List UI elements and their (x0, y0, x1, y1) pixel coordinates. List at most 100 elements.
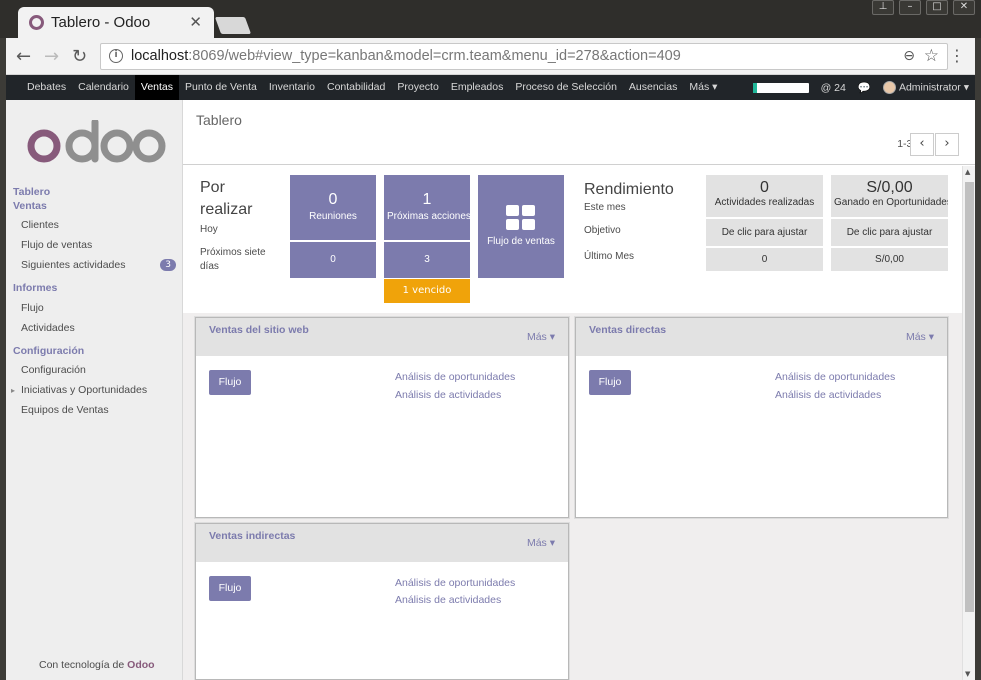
pipeline-button[interactable]: Flujo (589, 370, 631, 395)
url-text[interactable]: localhost:8069/web#view_type=kanban&mode… (131, 48, 681, 64)
target-label: Objetivo (584, 225, 621, 236)
menu-item-inventario[interactable]: Inventario (263, 75, 321, 100)
activity-analysis-link[interactable]: Análisis de actividades (775, 389, 881, 401)
sidebar-item-flujo[interactable]: Flujo (21, 302, 44, 314)
todo-title-line2: realizar (200, 201, 253, 218)
scrollbar-thumb[interactable] (965, 182, 974, 612)
pipeline-tile[interactable]: Flujo de ventas (478, 175, 564, 278)
browser-menu-icon[interactable]: ⋮ (949, 46, 965, 65)
new-tab-button[interactable] (214, 17, 252, 34)
team-card-indirect: Ventas indirectas Más ▾ Flujo Análisis d… (195, 523, 569, 680)
menu-item-ausencias[interactable]: Ausencias (623, 75, 683, 100)
sidebar-badge-activities: 3 (160, 259, 176, 271)
window-minimize-button[interactable]: – (899, 0, 921, 15)
planner-progress-bar[interactable] (752, 82, 809, 93)
sidebar-heading-configuracion: Configuración (13, 345, 85, 357)
activity-analysis-link[interactable]: Análisis de actividades (395, 594, 501, 606)
menu-item-más[interactable]: Más ▾ (683, 75, 723, 100)
scroll-down-icon[interactable]: ▼ (965, 670, 970, 678)
sidebar-item-configuracion[interactable]: Configuración (21, 364, 86, 376)
opportunity-analysis-link[interactable]: Análisis de oportunidades (395, 577, 515, 589)
pipeline-button[interactable]: Flujo (209, 370, 251, 395)
team-name[interactable]: Ventas indirectas (209, 530, 295, 542)
forward-arrow-icon[interactable]: → (44, 46, 59, 67)
grid-icon (506, 205, 535, 230)
sidebar: Tablero Ventas Clientes Flujo de ventas … (6, 100, 183, 680)
next7-label-line2: días (200, 261, 219, 272)
sidebar-item-actividades[interactable]: Actividades (21, 322, 75, 334)
opportunity-analysis-link[interactable]: Análisis de oportunidades (395, 371, 515, 383)
odoo-main-menu: Debates Calendario Ventas Punto de Venta Inv… (6, 75, 975, 100)
activities-target-field[interactable]: De clic para ajustar (706, 219, 823, 246)
tab-close-icon[interactable]: ✕ (189, 13, 202, 31)
sidebar-item-siguientes-actividades[interactable]: Siguientes actividades (21, 259, 125, 271)
scroll-up-icon[interactable]: ▲ (965, 168, 970, 176)
sidebar-heading-informes: Informes (13, 282, 58, 294)
sidebar-heading-ventas[interactable]: Ventas (13, 200, 47, 212)
activity-analysis-link[interactable]: Análisis de actividades (395, 389, 501, 401)
window-close-button[interactable]: ✕ (953, 0, 975, 15)
meetings-next7-tile[interactable]: 0 (290, 242, 376, 278)
last-month-label: Último Mes (584, 251, 635, 262)
next-activities-today-tile[interactable]: 1 Próximas acciones (384, 175, 470, 240)
odoo-logo (27, 120, 166, 163)
kanban-view: Ventas del sitio web Más ▾ Flujo Análisi… (183, 313, 962, 680)
mentions-counter[interactable]: @ 24 (821, 82, 846, 94)
main-content: Tablero 1-3 / 3 ‹ › Por realizar Hoy Pró… (183, 100, 975, 680)
reload-icon[interactable]: ↻ (72, 46, 87, 67)
won-last-month: S/0,00 (831, 248, 948, 271)
more-dropdown[interactable]: Más ▾ (527, 331, 555, 343)
menu-item-ventas[interactable]: Ventas (134, 75, 180, 100)
team-name[interactable]: Ventas directas (589, 324, 666, 336)
meetings-today-tile[interactable]: 0 Reuniones (290, 175, 376, 240)
powered-by-link[interactable]: Odoo (127, 659, 154, 671)
sidebar-item-clientes[interactable]: Clientes (21, 219, 59, 231)
breadcrumb: Tablero (196, 112, 242, 128)
address-bar[interactable]: i localhost:8069/web#view_type=kanban&mo… (100, 43, 948, 70)
window-maximize-button[interactable]: □ (926, 0, 948, 15)
menu-item-punto-de-venta[interactable]: Punto de Venta (179, 75, 263, 100)
back-arrow-icon[interactable]: ← (16, 46, 31, 67)
performance-title: Rendimiento (584, 181, 674, 198)
pipeline-button[interactable]: Flujo (209, 576, 251, 601)
menu-item-debates[interactable]: Debates (21, 75, 72, 100)
vertical-scrollbar[interactable]: ▲ ▼ (962, 166, 975, 680)
menu-item-contabilidad[interactable]: Contabilidad (321, 75, 391, 100)
pager-previous-button[interactable]: ‹ (910, 133, 934, 156)
control-panel: Tablero 1-3 / 3 ‹ › (183, 100, 975, 165)
team-name[interactable]: Ventas del sitio web (209, 324, 309, 336)
window-profile-button[interactable]: ⊥ (872, 0, 894, 15)
menu-item-calendario[interactable]: Calendario (72, 75, 135, 100)
sidebar-item-equipos-de-ventas[interactable]: Equipos de Ventas (21, 404, 109, 416)
team-card-website: Ventas del sitio web Más ▾ Flujo Análisi… (195, 317, 569, 518)
next7-label-line1: Próximos siete (200, 247, 266, 258)
won-amount-tile: S/0,00 Ganado en Oportunidades (831, 175, 948, 217)
menu-item-empleados[interactable]: Empleados (445, 75, 510, 100)
bookmark-star-icon[interactable]: ☆ (924, 46, 939, 66)
opportunity-analysis-link[interactable]: Análisis de oportunidades (775, 371, 895, 383)
sidebar-item-iniciativas[interactable]: Iniciativas y Oportunidades (21, 384, 147, 396)
odoo-favicon-icon (29, 15, 44, 30)
pager-next-button[interactable]: › (935, 133, 959, 156)
avatar (882, 81, 896, 94)
more-dropdown[interactable]: Más ▾ (527, 537, 555, 549)
overdue-activities-tile[interactable]: 1 vencido (384, 279, 470, 303)
zoom-icon[interactable]: ⊖ (903, 48, 915, 64)
sidebar-heading-tablero[interactable]: Tablero (13, 186, 50, 198)
won-target-field[interactable]: De clic para ajustar (831, 219, 948, 246)
next-activities-next7-tile[interactable]: 3 (384, 242, 470, 278)
team-card-direct: Ventas directas Más ▾ Flujo Análisis de … (575, 317, 948, 518)
sales-dashboard: Por realizar Hoy Próximos siete días 0 R… (183, 166, 962, 313)
powered-by: Con tecnología de Odoo (39, 659, 155, 671)
menu-item-proyecto[interactable]: Proyecto (391, 75, 444, 100)
this-month-label: Este mes (584, 202, 626, 213)
chat-bubble-icon[interactable]: 💬 (858, 81, 871, 94)
menu-item-proceso-de-selección[interactable]: Proceso de Selección (509, 75, 623, 100)
browser-tab[interactable]: Tablero - Odoo ✕ (18, 7, 214, 38)
sidebar-item-flujo-de-ventas[interactable]: Flujo de ventas (21, 239, 92, 251)
user-menu[interactable]: Administrator ▾ (882, 81, 969, 94)
more-dropdown[interactable]: Más ▾ (906, 331, 934, 343)
activities-done-tile: 0 Actividades realizadas (706, 175, 823, 217)
site-info-icon[interactable]: i (109, 49, 123, 63)
caret-right-icon[interactable]: ▸ (11, 386, 15, 395)
